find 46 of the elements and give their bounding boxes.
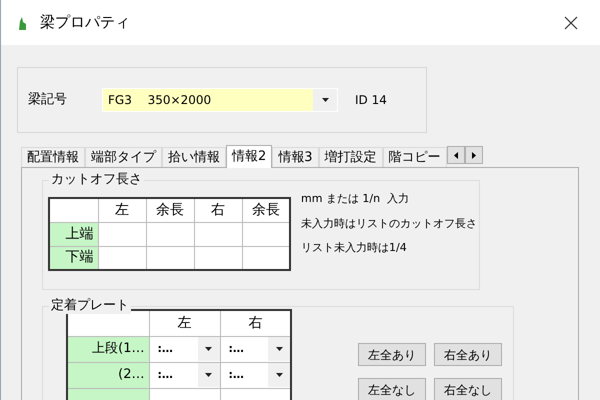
dropdown-arrow-icon (276, 373, 282, 377)
scroll-left-button[interactable] (446, 146, 465, 164)
group-title: 定着プレート (49, 298, 131, 314)
action-button[interactable]: 右全あり (434, 343, 502, 366)
action-button[interactable]: 右全なし (434, 378, 502, 400)
table-cell[interactable] (146, 222, 194, 246)
note-text: 未入力時はリストのカットオフ長さ (301, 216, 477, 232)
tab[interactable]: 情報2 (226, 145, 272, 168)
row-header: 上端 (49, 222, 98, 246)
column-header: 余長 (146, 198, 194, 222)
column-header: 右 (194, 198, 242, 222)
window-title: 梁プロパティ (40, 12, 130, 34)
tab[interactable]: 増打設定 (318, 147, 383, 167)
group-title: カットオフ長さ (49, 172, 144, 188)
note-text: リスト未入力時は1/4 (301, 240, 408, 256)
table-cell[interactable] (98, 222, 146, 246)
tab[interactable]: 配置情報 (21, 147, 85, 167)
tab[interactable]: 拾い情報 (162, 147, 226, 167)
column-header: 左 (98, 198, 146, 222)
id-label: ID 14 (355, 92, 387, 109)
dropdown-arrow-icon (322, 98, 328, 102)
close-icon[interactable] (564, 16, 578, 30)
dropdown-arrow-icon (205, 347, 212, 351)
field-label: 梁記号 (28, 91, 68, 110)
dropdown-arrow-icon (205, 373, 212, 377)
dropdown-arrow-icon (276, 347, 282, 351)
note-text: mm または 1/n 入力 (301, 191, 410, 207)
left-arrow-icon (454, 152, 458, 158)
right-arrow-icon (472, 152, 476, 158)
column-header: 左 (149, 310, 220, 336)
table-cell[interactable] (194, 222, 242, 246)
dropdown-field[interactable]: :… (150, 337, 220, 361)
dropdown-field[interactable]: :… (150, 363, 220, 387)
dropdown-field[interactable]: :… (220, 363, 290, 387)
scroll-right-button[interactable] (464, 146, 483, 164)
row-header: 下端 (49, 246, 98, 270)
tab[interactable]: 階コピー (382, 147, 447, 167)
beam-symbol-dropdown[interactable]: FG3 350×2000 (102, 88, 338, 112)
row-header: 上段(1… (67, 336, 149, 362)
dropdown-field[interactable]: :… (220, 337, 290, 361)
app-icon (18, 16, 27, 30)
row-header: (2… (67, 362, 149, 388)
tab[interactable]: 端部タイプ (85, 147, 162, 167)
tab[interactable]: 情報3 (272, 147, 319, 167)
action-button[interactable]: 左全あり (358, 343, 426, 366)
action-button[interactable]: 左全なし (358, 378, 426, 400)
